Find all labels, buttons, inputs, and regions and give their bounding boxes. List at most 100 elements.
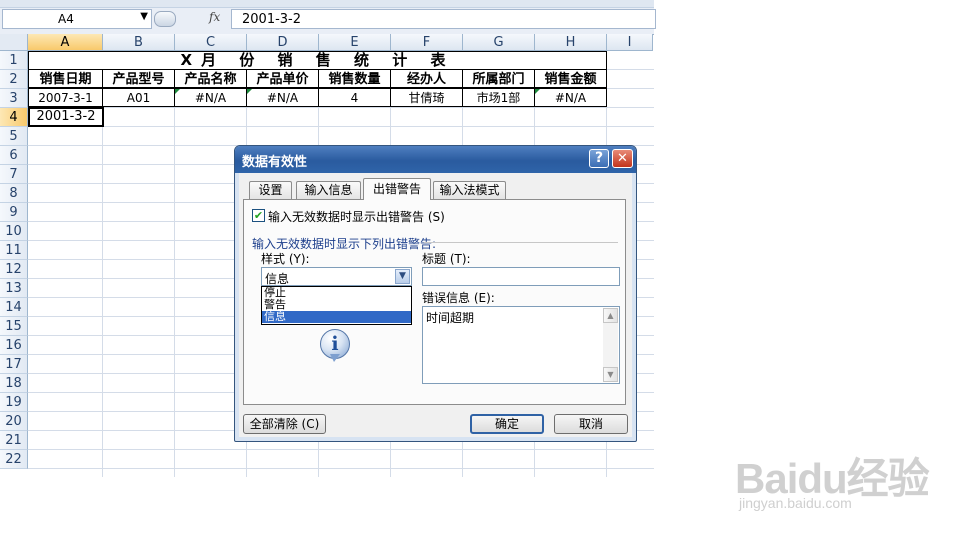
data-cell[interactable]: 4 xyxy=(318,88,391,107)
sheet-title-cell[interactable]: X月 份 销 售 统 计 表 xyxy=(28,51,607,70)
error-message-value: 时间超期 xyxy=(426,311,475,325)
column-header-f[interactable]: F xyxy=(391,34,463,51)
row-header-21[interactable]: 21 xyxy=(0,431,28,450)
header-cell[interactable]: 销售日期 xyxy=(28,69,103,88)
row-header-18[interactable]: 18 xyxy=(0,374,28,393)
formula-input[interactable]: 2001-3-2 xyxy=(231,9,656,29)
row-header-9[interactable]: 9 xyxy=(0,203,28,222)
data-cell[interactable]: #N/A xyxy=(534,88,607,107)
row-header-11[interactable]: 11 xyxy=(0,241,28,260)
row-header-8[interactable]: 8 xyxy=(0,184,28,203)
tab-ime-mode[interactable]: 输入法模式 xyxy=(433,181,506,199)
style-select-value: 信息 xyxy=(265,272,290,286)
header-cell[interactable]: 销售数量 xyxy=(318,69,391,88)
column-header-i[interactable]: I xyxy=(607,34,653,51)
information-icon-tail xyxy=(330,354,340,362)
chevron-down-icon[interactable]: ▼ xyxy=(395,269,410,284)
row-header-5[interactable]: 5 xyxy=(0,127,28,146)
header-cell[interactable]: 销售金额 xyxy=(534,69,607,88)
column-header-a[interactable]: A xyxy=(28,34,103,51)
grid-hline xyxy=(28,126,654,127)
error-message-input[interactable]: 时间超期 ▲ ▼ xyxy=(422,306,620,384)
row-header-15[interactable]: 15 xyxy=(0,317,28,336)
error-message-label: 错误信息 (E): xyxy=(422,291,495,305)
ok-button[interactable]: 确定 xyxy=(470,414,544,434)
style-select[interactable]: 信息 ▼ xyxy=(261,267,412,286)
style-label: 样式 (Y): xyxy=(261,252,310,266)
chevron-down-icon[interactable]: ▼ xyxy=(140,11,148,22)
row-header-17[interactable]: 17 xyxy=(0,355,28,374)
tab-input-message[interactable]: 输入信息 xyxy=(296,181,361,199)
row-header-13[interactable]: 13 xyxy=(0,279,28,298)
row-header-22[interactable]: 22 xyxy=(0,450,28,469)
row-header-12[interactable]: 12 xyxy=(0,260,28,279)
row-header-1[interactable]: 1 xyxy=(0,51,28,70)
row-header-7[interactable]: 7 xyxy=(0,165,28,184)
row-header-10[interactable]: 10 xyxy=(0,222,28,241)
active-cell-a4[interactable]: 2001-3-2 xyxy=(28,107,104,127)
header-cell[interactable]: 经办人 xyxy=(390,69,463,88)
close-button[interactable]: ✕ xyxy=(612,149,633,168)
data-cell[interactable]: 甘倩琦 xyxy=(390,88,463,107)
data-cell[interactable]: 市场1部 xyxy=(462,88,535,107)
grid-hline xyxy=(28,449,654,450)
data-cell[interactable]: #N/A xyxy=(246,88,319,107)
data-cell[interactable]: A01 xyxy=(102,88,175,107)
show-alert-label[interactable]: 输入无效数据时显示出错警告 (S) xyxy=(268,208,445,225)
error-message-scrollbar[interactable]: ▲ ▼ xyxy=(603,308,618,382)
row-header-19[interactable]: 19 xyxy=(0,393,28,412)
header-cell[interactable]: 产品单价 xyxy=(246,69,319,88)
error-indicator-icon xyxy=(175,89,180,94)
dialog-title-bar[interactable]: 数据有效性 ? ✕ xyxy=(235,146,636,173)
section-divider xyxy=(424,242,618,243)
column-header-e[interactable]: E xyxy=(319,34,391,51)
error-alert-panel: ✔ 输入无效数据时显示出错警告 (S) 输入无效数据时显示下列出错警告: 样式 … xyxy=(243,199,626,405)
clear-all-button[interactable]: 全部清除 (C) xyxy=(243,414,326,434)
column-header-g[interactable]: G xyxy=(463,34,535,51)
tab-error-alert[interactable]: 出错警告 xyxy=(363,178,431,200)
scroll-up-icon[interactable]: ▲ xyxy=(603,308,618,323)
name-box[interactable]: A4 ▼ xyxy=(2,9,152,29)
data-cell[interactable]: 2007-3-1 xyxy=(28,88,103,107)
grid-hline xyxy=(28,468,654,469)
formula-bar: A4 ▼ fx 2001-3-2 xyxy=(0,0,656,35)
data-validation-dialog: 数据有效性 ? ✕ 设置 输入信息 出错警告 输入法模式 ✔ 输入无效数据时显示… xyxy=(234,145,637,442)
row-header-4[interactable]: 4 xyxy=(0,108,28,127)
style-option-information[interactable]: 信息 xyxy=(262,311,411,323)
title-label: 标题 (T): xyxy=(422,252,471,266)
resize-handle[interactable] xyxy=(154,11,176,27)
tab-settings[interactable]: 设置 xyxy=(249,181,292,199)
column-header-c[interactable]: C xyxy=(175,34,247,51)
grid-hline xyxy=(28,107,654,108)
help-button[interactable]: ? xyxy=(589,149,609,168)
ribbon-edge xyxy=(0,0,654,8)
scroll-down-icon[interactable]: ▼ xyxy=(603,367,618,382)
formula-value: 2001-3-2 xyxy=(242,12,302,27)
error-indicator-icon xyxy=(535,89,540,94)
data-cell[interactable]: #N/A xyxy=(174,88,247,107)
dialog-body: 设置 输入信息 出错警告 输入法模式 ✔ 输入无效数据时显示出错警告 (S) 输… xyxy=(239,173,632,437)
row-header-2[interactable]: 2 xyxy=(0,70,28,89)
style-dropdown-list: 停止 警告 信息 xyxy=(261,286,412,325)
cancel-button[interactable]: 取消 xyxy=(554,414,628,434)
error-indicator-icon xyxy=(247,89,252,94)
row-header-16[interactable]: 16 xyxy=(0,336,28,355)
row-header-6[interactable]: 6 xyxy=(0,146,28,165)
formula-tools: fx xyxy=(154,9,228,27)
column-header-h[interactable]: H xyxy=(535,34,607,51)
grid-vline xyxy=(174,51,175,477)
row-header-20[interactable]: 20 xyxy=(0,412,28,431)
column-header-b[interactable]: B xyxy=(103,34,175,51)
header-cell[interactable]: 产品型号 xyxy=(102,69,175,88)
row-header-3[interactable]: 3 xyxy=(0,89,28,108)
row-header-14[interactable]: 14 xyxy=(0,298,28,317)
header-cell[interactable]: 产品名称 xyxy=(174,69,247,88)
show-alert-checkbox[interactable]: ✔ xyxy=(252,209,265,222)
select-all-corner[interactable] xyxy=(0,34,28,51)
dialog-title: 数据有效性 xyxy=(242,155,308,170)
name-box-value: A4 xyxy=(58,12,74,26)
column-header-d[interactable]: D xyxy=(247,34,319,51)
title-input[interactable] xyxy=(422,267,620,286)
header-cell[interactable]: 所属部门 xyxy=(462,69,535,88)
insert-function-icon[interactable]: fx xyxy=(209,10,220,24)
